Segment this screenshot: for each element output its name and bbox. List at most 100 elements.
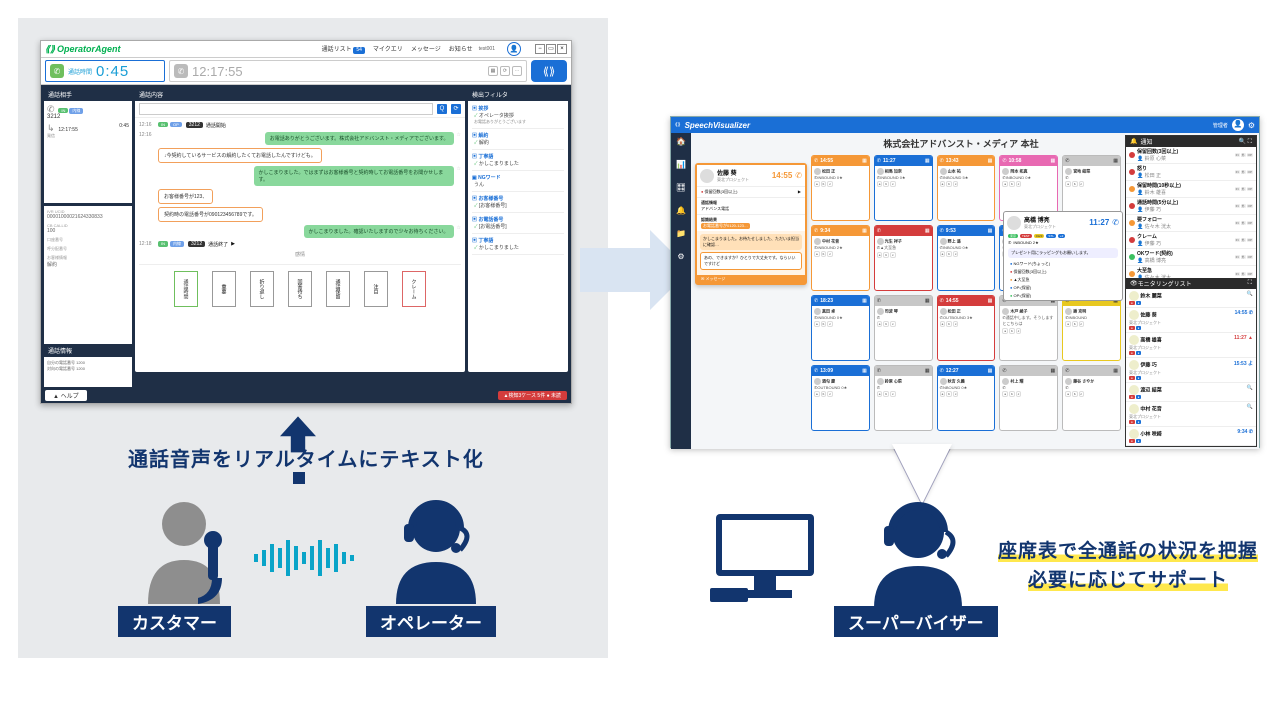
seat-card[interactable]: ✆ 13:09▦酒勾 慶✆OUTBOUND 0★abc: [811, 365, 870, 431]
seat-card[interactable]: ✆ 11:27▦相馬 加奈✆INBOUND 0★abc: [874, 155, 933, 221]
side-bell-icon[interactable]: 🔔: [676, 206, 686, 215]
duration-value: 0:45: [96, 63, 129, 80]
notif-row[interactable]: 怒り👤 松田 正IN外OP: [1126, 164, 1256, 181]
monitor-row[interactable]: 渡辺 結菜🔍● ●: [1126, 383, 1256, 402]
side-mixer-icon[interactable]: 🎛: [676, 183, 686, 192]
side-home-icon[interactable]: 🏠: [676, 137, 686, 146]
help-button[interactable]: ▲ ヘルプ: [45, 390, 87, 401]
monitor-row[interactable]: 佐藤 葵14:55 ✆東北プロジェクト● ●: [1126, 308, 1256, 333]
seat-card[interactable]: ✆ ▦光生 祥子✆▲大至急abc: [874, 225, 933, 291]
notif-title: 通知: [1140, 137, 1152, 146]
sv-logo: SpeechVisualizer: [685, 121, 751, 130]
supervisor-icon: [856, 498, 984, 608]
avatar-icon: [1007, 216, 1021, 230]
monitor-row[interactable]: 高橋 雄喜11:27 ▲東北プロジェクト● ●: [1126, 333, 1256, 358]
seat-card[interactable]: ✆ 13:43▦山本 祐✆INBOUND 5★abc: [937, 155, 996, 221]
right-panel: ⟪⟫ SpeechVisualizer 管理者 👤 ⚙ 🏠 📊 🎛 🔔 📁 ⚙ …: [642, 18, 1262, 658]
filter-column: 検出フィルタ ▣ 挨拶オペレータ挨拶お電話ありがとうございます▣ 解約解約▣ 丁…: [468, 88, 568, 372]
notif-row[interactable]: クレーム👤 伊藤 巧IN外OP: [1126, 232, 1256, 249]
avatar-icon[interactable]: 👤: [507, 42, 521, 56]
conversation-column: 通話内容 Q ⟳ 12:16INOP3212 通話開始 12:16お電話ありがと…: [135, 88, 465, 372]
notif-row[interactable]: 保留回数(3回以上)👤 鈴原 心菜IN外OP: [1126, 147, 1256, 164]
notif-row[interactable]: OKワード(契約)👤 高橋 博亮IN外OP: [1126, 249, 1256, 266]
seat-card[interactable]: ✆ ▦司波 琴✆abc: [874, 295, 933, 361]
small-square-icon: [293, 472, 305, 484]
sv-notif-panel: 🔔 通知🔍 ⛶ 保留回数(3回以上)👤 鈴原 心菜IN外OP怒り👤 松田 正IN…: [1125, 135, 1257, 447]
supervisor-label: スーパーバイザー: [834, 606, 998, 637]
soundwave-icon: [254, 540, 354, 576]
notif-row[interactable]: 保留時間(10秒以上)👤 鈴木 雄喜IN外OP: [1126, 181, 1256, 198]
clock-value: 12:17:55: [192, 64, 243, 79]
side-folder-icon[interactable]: 📁: [676, 229, 686, 238]
notif-row[interactable]: 通話時間(5分以上)👤 伊藤 巧IN外OP: [1126, 198, 1256, 215]
side-dash-icon[interactable]: 📊: [676, 160, 686, 169]
seat-card[interactable]: ✆ 14:55▦松田 正✆INBOUND 0★abc: [811, 155, 870, 221]
partner-title: 通話相手: [44, 88, 132, 101]
seat-card[interactable]: ✆ ▦藤谷 さやか✆abc: [1062, 365, 1121, 431]
left-panel: ⟪⟫OperatorAgent 通話リスト 54 マイクエリ メッセージ お知ら…: [18, 18, 608, 658]
side-gear-icon[interactable]: ⚙: [677, 252, 684, 261]
avatar-icon[interactable]: 👤: [1232, 119, 1244, 131]
alarm-badge[interactable]: ▲検知3ケース 5件 ● 未読: [498, 391, 567, 400]
gear-icon[interactable]: ⚙: [1248, 121, 1255, 130]
notif-row[interactable]: 大至急👤 佐々木 洸太IN外OP: [1126, 266, 1256, 277]
convo-search-input[interactable]: [139, 103, 433, 115]
operator-label: オペレーター: [366, 606, 496, 637]
monitor-row[interactable]: 中村 花音🔍東北プロジェクト● ●: [1126, 402, 1256, 427]
phone-icon: ✆: [795, 171, 802, 180]
nav-message[interactable]: メッセージ: [411, 44, 441, 54]
wave-button[interactable]: ⟪⟫: [531, 60, 567, 82]
speech-visualizer-window: ⟪⟫ SpeechVisualizer 管理者 👤 ⚙ 🏠 📊 🎛 🔔 📁 ⚙ …: [670, 116, 1260, 448]
sound-icon: ⟪⟫: [45, 44, 55, 55]
seat-card[interactable]: ✆ ▦謝 克明✆INBOUNDabc: [1062, 295, 1121, 361]
caption-left: 通話音声をリアルタイムにテキスト化: [128, 443, 484, 472]
oa-footer: ▲ ヘルプ ▲検知3ケース 5件 ● 未読: [41, 387, 571, 403]
seat-card[interactable]: ✆ 18:23▦真田 卓✆INBOUND 0★abc: [811, 295, 870, 361]
seat-card[interactable]: ✆ ▦鈴原 心菜✆abc: [874, 365, 933, 431]
monitor-row[interactable]: 小林 咲綺9:34 ✆● ●: [1126, 427, 1256, 446]
clock-box: ✆ 12:17:55 ▦⟳⋯: [169, 60, 527, 82]
seat-card[interactable]: ✆ 9:34▦中村 花音✆INBOUND 2★abc: [811, 225, 870, 291]
sound-icon: ⟪⟫: [675, 122, 681, 128]
customer-icon: [138, 494, 248, 604]
seat-card[interactable]: ✆ 9:53▦野上 遥✆INBOUND 0★abc: [937, 225, 996, 291]
notif-row[interactable]: 要フォロー👤 佐々木 洸太IN外OP: [1126, 215, 1256, 232]
convo-search-bar: Q ⟳: [135, 101, 465, 118]
seat-card[interactable]: ✆ 12:27▦秋吉 久義✆NBOUND 0★abc: [937, 365, 996, 431]
monitor-icon: [710, 510, 820, 604]
call-duration-box: ✆ 通話時間 0:45: [45, 60, 165, 82]
customer-label: カスタマー: [118, 606, 231, 637]
operator-agent-window: ⟪⟫OperatorAgent 通話リスト 54 マイクエリ メッセージ お知ら…: [40, 40, 572, 404]
filter-title: 検出フィルタ: [468, 88, 568, 101]
emotion-marks: 通話時間 重要 折り返し 回答待ち 通話保留 注目 クレーム: [139, 264, 461, 313]
window-controls[interactable]: −▭×: [535, 44, 567, 54]
sv-sidebar: 🏠 📊 🎛 🔔 📁 ⚙: [671, 133, 691, 449]
oa-logo: ⟪⟫OperatorAgent: [45, 44, 121, 55]
nav-call-list[interactable]: 通話リスト 54: [322, 44, 365, 54]
oa-timer-bar: ✆ 通話時間 0:45 ✆ 12:17:55 ▦⟳⋯ ⟪⟫: [41, 57, 571, 85]
company-title: 株式会社アドバンスト・メディア 本社: [831, 137, 1091, 150]
phone-idle-icon: ✆: [174, 64, 188, 78]
cu-bubble: ↓今契約しているサービスの解約したくてお電話したんですけども。: [158, 148, 322, 163]
oa-nav: 通話リスト 54 マイクエリ メッセージ お知らせ: [322, 44, 473, 54]
operator-icon: [378, 494, 498, 604]
chat-transcript: 12:16INOP3212 通話開始 12:16お電話ありがとうございます。株式…: [135, 118, 465, 372]
oa-titlebar: ⟪⟫OperatorAgent 通話リスト 54 マイクエリ メッセージ お知ら…: [41, 41, 571, 57]
monitor-row[interactable]: 伊藤 巧15:53 よ東北プロジェクト● ●: [1126, 358, 1256, 383]
search-icon[interactable]: Q: [437, 104, 447, 114]
handset-icon: ✆: [47, 104, 57, 114]
nav-notice[interactable]: お知らせ: [449, 44, 473, 54]
partner-column: 通話相手 ✆ IN内線 3212 ↳ 12:17:55 0:45 発信 IVR …: [44, 88, 132, 372]
avatar-icon: [700, 169, 714, 183]
convo-title: 通話内容: [135, 88, 465, 101]
sv-role: 管理者: [1213, 122, 1228, 129]
sv-titlebar: ⟪⟫ SpeechVisualizer 管理者 👤 ⚙: [671, 117, 1259, 133]
refresh-icon[interactable]: ⟳: [451, 104, 461, 114]
seat-card[interactable]: ✆ ▦村上 耀✆abc: [999, 365, 1058, 431]
op-bubble: お電話ありがとうございます。株式会社アドバンスト・メディアでございます。: [265, 132, 454, 145]
monitor-row[interactable]: 鈴木 麗菜🔍● ●: [1126, 289, 1256, 308]
seat-card[interactable]: ✆ ▦木戸 綾子✆通話中します。そうしますとこちらはabc: [999, 295, 1058, 361]
seat-card[interactable]: ✆ 14:55▦松田 正✆OUTBOUND 3★abc: [937, 295, 996, 361]
phone-active-icon: ✆: [50, 64, 64, 78]
nav-myquery[interactable]: マイクエリ: [373, 44, 403, 54]
